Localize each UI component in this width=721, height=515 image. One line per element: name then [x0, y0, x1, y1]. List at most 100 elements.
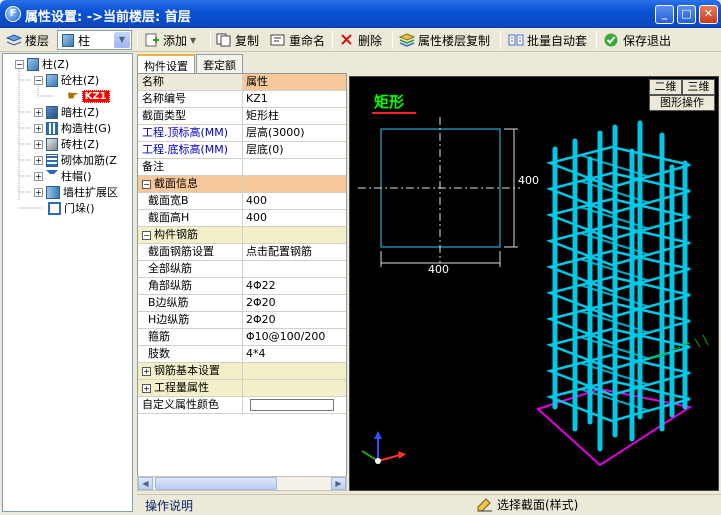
operation-help-link[interactable]: 操作说明: [145, 497, 193, 514]
expand-icon[interactable]: +: [34, 123, 43, 133]
graphic-operations-button[interactable]: 图形操作: [649, 95, 715, 111]
collapse-icon[interactable]: −: [34, 75, 43, 85]
delete-button[interactable]: 删除: [339, 30, 382, 50]
grid-row[interactable]: 肢数 4*4: [138, 346, 346, 363]
tree-node-structural-column[interactable]: + 构造柱(G): [34, 120, 111, 136]
view-2d-button[interactable]: 二维: [649, 79, 682, 95]
select-section-style-button[interactable]: 选择截面(样式): [477, 496, 578, 513]
row-name: 截面高H: [138, 210, 243, 226]
graphics-viewport[interactable]: 矩形 400 400 二维 三维 图形操作: [349, 76, 719, 491]
tree-node-label: 构造柱(G): [61, 122, 112, 135]
tree-node-masonry-rebar[interactable]: + 砌体加筋(Z: [34, 152, 117, 168]
grid-row[interactable]: 截面宽B 400: [138, 193, 346, 210]
tree-node-brick-column[interactable]: + 砖柱(Z): [34, 136, 99, 152]
row-name: 箍筋: [138, 329, 243, 345]
expand-icon[interactable]: +: [34, 187, 43, 197]
row-value[interactable]: [243, 397, 346, 413]
collapse-icon[interactable]: −: [142, 179, 151, 189]
collapse-icon[interactable]: −: [142, 230, 151, 240]
expand-icon[interactable]: +: [34, 139, 43, 149]
row-value[interactable]: 400: [243, 210, 346, 226]
tab-quota[interactable]: 套定额: [196, 54, 243, 73]
scroll-thumb[interactable]: [155, 477, 277, 490]
copy-button[interactable]: 复制: [216, 30, 259, 50]
toolbar-divider: [500, 31, 501, 49]
row-value[interactable]: 2Φ20: [243, 312, 346, 328]
expand-icon[interactable]: +: [142, 383, 151, 393]
scroll-left-icon[interactable]: ◀: [138, 477, 153, 490]
maximize-button[interactable]: □: [677, 5, 696, 24]
floor-button[interactable]: 楼层: [5, 30, 49, 50]
row-value[interactable]: 4Φ22: [243, 278, 346, 294]
grid-row[interactable]: 箍筋 Φ10@100/200: [138, 329, 346, 346]
tree-node-hidden-column[interactable]: + 暗柱(Z): [34, 104, 99, 120]
dropdown-arrow-icon[interactable]: ▼: [190, 36, 196, 45]
collapse-icon[interactable]: −: [15, 59, 24, 69]
scroll-right-icon[interactable]: ▶: [331, 477, 346, 490]
grid-section-row[interactable]: + 工程量属性: [138, 380, 346, 397]
grid-row[interactable]: 截面高H 400: [138, 210, 346, 227]
rename-button[interactable]: 重命名: [270, 30, 325, 50]
component-type-select[interactable]: 柱 ▼: [57, 30, 132, 50]
tree-node-kz1[interactable]: ☛ KZ1: [67, 88, 110, 104]
grid-row[interactable]: 截面钢筋设置 点击配置钢筋: [138, 244, 346, 261]
width-dimension: 400: [428, 263, 449, 276]
row-value[interactable]: 层高(3000): [243, 125, 346, 141]
grid-section-row[interactable]: − 构件钢筋: [138, 227, 346, 244]
tree-node-wall-column-ext[interactable]: + 墙柱扩展区: [34, 184, 118, 200]
grid-row[interactable]: H边纵筋 2Φ20: [138, 312, 346, 329]
row-value[interactable]: 400: [243, 193, 346, 209]
close-button[interactable]: ✕: [699, 5, 718, 24]
row-value[interactable]: [243, 159, 346, 175]
grid-row[interactable]: 全部纵筋: [138, 261, 346, 278]
row-value[interactable]: 2Φ20: [243, 295, 346, 311]
tree-node-door-pier[interactable]: 门垛(): [48, 200, 95, 216]
grid-row[interactable]: 角部纵筋 4Φ22: [138, 278, 346, 295]
grid-row[interactable]: 工程.顶标高(MM) 层高(3000): [138, 125, 346, 142]
color-picker-swatch[interactable]: [250, 399, 334, 411]
view-3d-button[interactable]: 三维: [682, 79, 715, 95]
row-name: 截面宽B: [138, 193, 243, 209]
row-label: 箍筋: [148, 330, 170, 343]
grid-row[interactable]: 截面类型 矩形柱: [138, 108, 346, 125]
tab-component-settings[interactable]: 构件设置: [137, 54, 195, 73]
grid-row[interactable]: B边纵筋 2Φ20: [138, 295, 346, 312]
row-value[interactable]: 4*4: [243, 346, 346, 362]
rename-label: 重命名: [289, 33, 326, 48]
row-label: 截面钢筋设置: [148, 245, 214, 258]
horizontal-scrollbar[interactable]: ◀ ▶: [137, 476, 347, 491]
save-exit-button[interactable]: 保存退出: [604, 30, 671, 50]
expand-icon[interactable]: +: [142, 366, 151, 376]
tree-node-label: 砌体加筋(Z: [61, 154, 117, 167]
row-value[interactable]: KZ1: [243, 91, 346, 107]
toolbar: 楼层 柱 ▼ 添加 ▼ 复制 重命名 删除 属性楼层复制 批量自动套 保存退出: [0, 28, 721, 52]
grid-section-row[interactable]: − 截面信息: [138, 176, 346, 193]
grid-section-row[interactable]: + 钢筋基本设置: [138, 363, 346, 380]
batch-auto-button[interactable]: 批量自动套: [508, 30, 587, 50]
expand-icon[interactable]: +: [34, 171, 43, 181]
grid-row[interactable]: 工程.底标高(MM) 层底(0): [138, 142, 346, 159]
grid-row[interactable]: 自定义属性颜色: [138, 397, 346, 414]
minimize-button[interactable]: _: [655, 5, 674, 24]
tree-node-concrete-column[interactable]: − 砼柱(Z): [34, 72, 99, 88]
row-label: 肢数: [148, 347, 170, 360]
add-button[interactable]: 添加 ▼: [144, 30, 196, 50]
floor-copy-button[interactable]: 属性楼层复制: [398, 30, 490, 50]
row-value[interactable]: Φ10@100/200: [243, 329, 346, 345]
expand-icon[interactable]: +: [34, 107, 43, 117]
row-name: 工程.顶标高(MM): [138, 125, 243, 141]
expand-icon[interactable]: +: [34, 155, 43, 165]
tree-node-root[interactable]: − 柱(Z): [15, 56, 69, 72]
status-bar: 操作说明 选择截面(样式): [137, 494, 721, 513]
row-name: 截面类型: [138, 108, 243, 124]
row-name: − 构件钢筋: [138, 227, 243, 243]
row-label: 角部纵筋: [148, 279, 192, 292]
row-value[interactable]: [243, 261, 346, 277]
grid-row[interactable]: 名称编号 KZ1: [138, 91, 346, 108]
grid-row[interactable]: 备注: [138, 159, 346, 176]
chevron-down-icon[interactable]: ▼: [114, 32, 130, 48]
row-value[interactable]: 矩形柱: [243, 108, 346, 124]
row-value[interactable]: 点击配置钢筋: [243, 244, 346, 260]
row-value[interactable]: 层底(0): [243, 142, 346, 158]
tree-node-column-cap[interactable]: + 柱帽(): [34, 168, 92, 184]
